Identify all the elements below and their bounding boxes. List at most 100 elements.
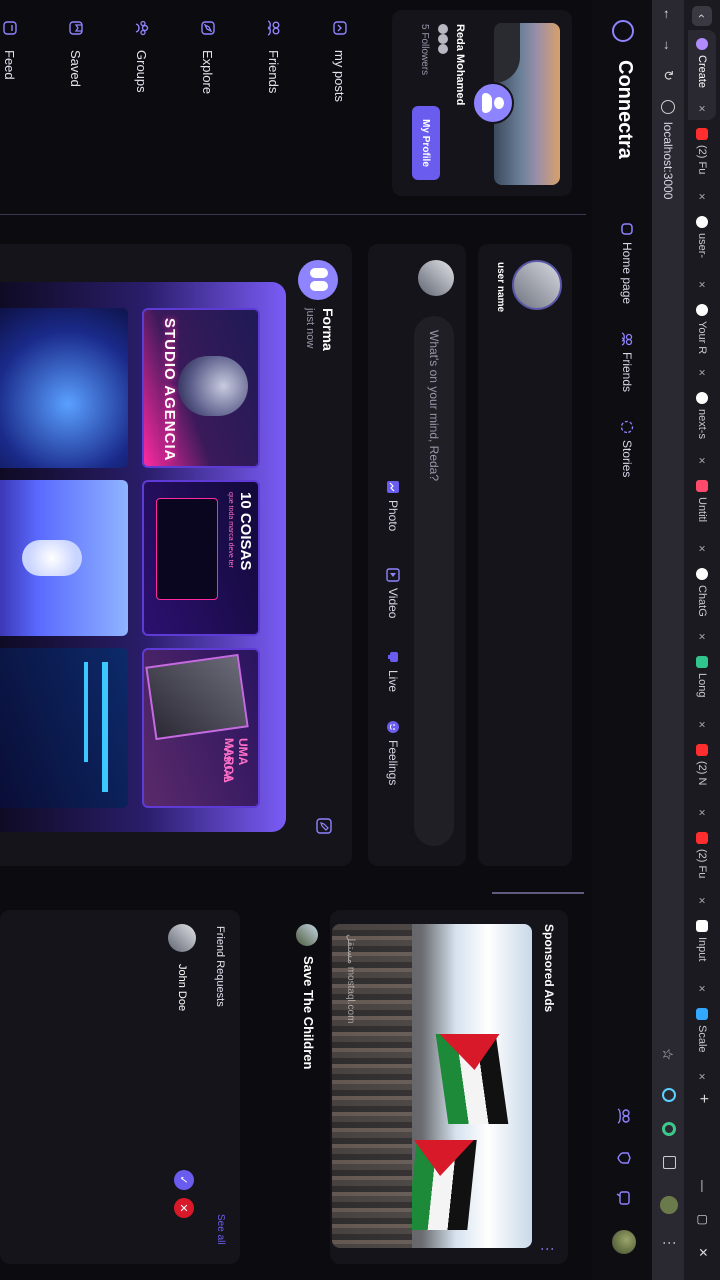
close-icon[interactable]: × [695, 721, 709, 728]
sidebar-item-feed[interactable]: Feed [2, 20, 18, 200]
tab-input[interactable]: Input × [688, 912, 716, 1000]
image-text: STUDIO AGENCIA [161, 318, 178, 462]
messages-icon[interactable] [611, 1190, 632, 1206]
tab-favicon [696, 480, 708, 492]
avatar-shape [310, 268, 328, 278]
logo-icon [612, 20, 634, 42]
more-options-icon[interactable]: ⋮ [539, 1242, 556, 1256]
nav-buttons[interactable]: ←→↻ [660, 8, 676, 99]
photo-button[interactable]: Photo [386, 480, 400, 531]
sidebar-item-friends[interactable]: Friends [266, 20, 282, 200]
smiley-icon [386, 720, 400, 734]
explore-icon [200, 20, 216, 36]
my-profile-button[interactable]: My Profile [412, 106, 440, 180]
ad-avatar[interactable] [296, 924, 318, 946]
live-icon [386, 650, 400, 664]
friend-request-name: John Doe [176, 964, 188, 1012]
tab-github-2[interactable]: next-s × [688, 384, 716, 472]
friend-requests-card: Friend Requests See all John Doe ✓ ✕ [0, 910, 240, 1264]
reject-button[interactable]: ✕ [174, 1198, 194, 1218]
live-button[interactable]: Live [386, 650, 400, 692]
post-image[interactable]: STUDIO AGENCIA 10 COISAS que toda marca … [0, 282, 286, 832]
close-icon[interactable]: × [695, 369, 709, 376]
tab-github-1[interactable]: Your R × [688, 296, 716, 384]
friends-icon [266, 20, 282, 36]
close-icon[interactable]: × [695, 281, 709, 288]
tab-youtube-2[interactable]: (2) N × [688, 736, 716, 824]
follower-avatar [438, 44, 448, 54]
tab-create[interactable]: Create × [688, 30, 716, 120]
see-all-link[interactable]: See all [215, 1214, 226, 1245]
sidebar-item-groups[interactable]: Groups [134, 20, 150, 200]
follower-avatar [438, 34, 448, 44]
video-button[interactable]: Video [386, 568, 400, 618]
image-panel: STUDIO AGENCIA [142, 308, 260, 468]
edit-post-icon[interactable] [311, 818, 332, 834]
tab-favicon [696, 128, 708, 140]
close-icon[interactable]: × [695, 105, 709, 112]
groups-icon[interactable] [611, 1108, 632, 1124]
tab-youtube-1[interactable]: (2) Fu × [688, 120, 716, 208]
close-icon[interactable]: × [695, 1073, 709, 1080]
image-line [84, 662, 88, 762]
post-input[interactable]: What's on your mind, Reda? [414, 316, 454, 846]
home-icon [620, 222, 634, 236]
url-field[interactable]: localhost:3000 [658, 100, 678, 199]
ad-image[interactable]: مستقل mostaql.com [332, 924, 532, 1248]
accept-button[interactable]: ✓ [174, 1170, 194, 1190]
bookmark-star-icon[interactable]: ☆ [659, 1048, 676, 1061]
close-icon[interactable]: × [695, 545, 709, 552]
feed-icon [2, 20, 18, 36]
tab-label: (2) N [696, 761, 708, 786]
tab-youtube-3[interactable]: (2) Fu × [688, 824, 716, 912]
feelings-label: Feelings [386, 740, 400, 786]
close-icon[interactable]: × [695, 897, 709, 904]
notifications-icon[interactable] [611, 1150, 632, 1166]
post-author-avatar[interactable] [298, 260, 338, 300]
react-devtools-icon[interactable] [662, 1088, 676, 1102]
close-icon[interactable]: × [695, 457, 709, 464]
tab-untitled[interactable]: Untitl × [688, 472, 716, 560]
nav-home[interactable]: Home page [620, 222, 634, 304]
close-icon[interactable]: × [695, 193, 709, 200]
tab-scale[interactable]: Scale × [688, 1000, 716, 1088]
profile-avatar[interactable] [472, 82, 514, 124]
tab-label: Create [696, 55, 708, 89]
tab-favicon [696, 216, 708, 228]
stories-card: user name [478, 244, 572, 866]
sidebar-item-my-posts[interactable]: my posts [332, 20, 348, 200]
avatar[interactable] [612, 1230, 636, 1254]
tab-favicon [696, 568, 708, 580]
tab-label: (2) Fu [696, 145, 708, 175]
friend-request-avatar[interactable] [168, 924, 196, 952]
sidebar-item-label: Friends [266, 50, 282, 94]
sidebar-item-saved[interactable]: Saved [68, 20, 84, 200]
tab-favicon [696, 744, 708, 756]
tab-favicon [696, 656, 708, 668]
tab-list-button[interactable]: ‹ [692, 6, 712, 26]
story-avatar[interactable] [512, 260, 562, 310]
extension-icon[interactable] [662, 1122, 676, 1136]
close-icon[interactable]: × [695, 809, 709, 816]
site-info-icon[interactable] [661, 100, 675, 114]
composer-avatar[interactable] [418, 260, 454, 296]
tab-user[interactable]: user- × [688, 208, 716, 296]
extensions-puzzle-icon[interactable] [663, 1156, 676, 1169]
feelings-button[interactable]: Feelings [386, 720, 400, 785]
close-icon[interactable]: × [695, 633, 709, 640]
nav-stories[interactable]: Stories [620, 420, 634, 477]
window-controls[interactable]: —▢✕ [696, 1180, 710, 1279]
follower-avatar [438, 24, 448, 34]
sidebar-item-explore[interactable]: Explore [200, 20, 216, 200]
tab-label: Input [696, 937, 708, 962]
new-tab-button[interactable]: + [694, 1094, 712, 1103]
image-panel [0, 648, 128, 808]
column-divider-left [0, 214, 586, 215]
browser-menu-icon[interactable]: ⋮ [661, 1236, 678, 1250]
nav-friends[interactable]: Friends [620, 332, 634, 392]
tab-chatgpt[interactable]: ChatG × [688, 560, 716, 648]
tab-long[interactable]: Long × [688, 648, 716, 736]
cover-rock [494, 23, 520, 83]
close-icon[interactable]: × [695, 985, 709, 992]
browser-profile-avatar[interactable] [660, 1196, 678, 1214]
